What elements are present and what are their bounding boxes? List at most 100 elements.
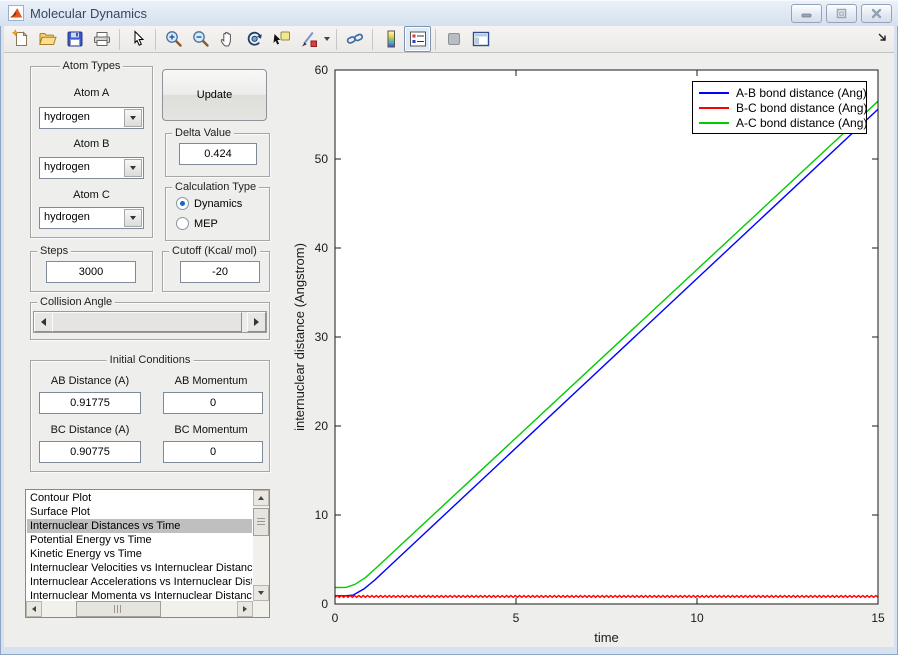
- atom-a-dropdown-arrow[interactable]: [124, 109, 142, 127]
- horizontal-scroll-thumb[interactable]: [76, 601, 161, 617]
- zoom-out-button[interactable]: [187, 26, 214, 52]
- atom-b-dropdown[interactable]: hydrogen: [39, 157, 144, 179]
- list-item[interactable]: Surface Plot: [27, 505, 252, 519]
- scroll-down-button[interactable]: [253, 585, 269, 601]
- list-item[interactable]: Kinetic Energy vs Time: [27, 547, 252, 561]
- slider-left-arrow[interactable]: [34, 312, 53, 332]
- edit-plot-button[interactable]: [124, 26, 151, 52]
- new-figure-button[interactable]: [7, 26, 34, 52]
- radio-mep-label: MEP: [194, 217, 218, 230]
- data-cursor-button[interactable]: [268, 26, 295, 52]
- delta-value-panel: Delta Value 0.424: [165, 127, 270, 177]
- bc-distance-field[interactable]: 0.90775: [39, 441, 141, 463]
- ab-distance-field[interactable]: 0.91775: [39, 392, 141, 414]
- legend-entry: A-C bond distance (Ang): [693, 115, 867, 130]
- ab-distance-label: AB Distance (A): [50, 375, 130, 387]
- svg-text:60: 60: [315, 63, 329, 77]
- open-file-button[interactable]: [34, 26, 61, 52]
- steps-title: Steps: [37, 245, 72, 257]
- atom-c-dropdown[interactable]: hydrogen: [39, 207, 144, 229]
- steps-field[interactable]: 3000: [46, 261, 136, 283]
- chain-link-icon: [346, 33, 363, 44]
- svg-text:10: 10: [315, 508, 329, 522]
- link-plot-button[interactable]: [341, 26, 368, 52]
- horizontal-scrollbar[interactable]: [26, 601, 253, 617]
- atom-b-dropdown-arrow[interactable]: [124, 159, 142, 177]
- new-figure-icon: [11, 29, 28, 46]
- insert-colorbar-button[interactable]: [377, 26, 404, 52]
- svg-text:30: 30: [315, 330, 329, 344]
- close-button[interactable]: [861, 3, 892, 23]
- cutoff-field[interactable]: -20: [180, 261, 260, 283]
- hide-plot-tools-button[interactable]: [440, 26, 467, 52]
- atom-b-value: hydrogen: [44, 161, 90, 173]
- app-window: Molecular Dynamics Atom Types Atom A hyd…: [0, 0, 898, 655]
- scrollbar-corner: [253, 601, 269, 617]
- plot-legend[interactable]: A-B bond distance (Ang) B-C bond distance…: [692, 81, 867, 134]
- print-figure-button[interactable]: [88, 26, 115, 52]
- toolbar-overflow-icon: [878, 33, 886, 41]
- slider-right-arrow[interactable]: [247, 312, 266, 332]
- list-item[interactable]: Potential Energy vs Time: [27, 533, 252, 547]
- colorbar-icon: [387, 30, 395, 48]
- delta-value-title: Delta Value: [172, 127, 235, 139]
- printer-icon: [93, 32, 110, 46]
- arrow-cursor-icon: [134, 30, 144, 46]
- brush-data-button[interactable]: [295, 26, 322, 52]
- svg-text:time: time: [594, 630, 619, 645]
- brush-dropdown-caret[interactable]: [322, 27, 332, 51]
- collision-angle-slider[interactable]: [33, 311, 267, 333]
- radio-mep-control[interactable]: [176, 217, 189, 230]
- minimize-button[interactable]: [791, 3, 822, 23]
- bc-momentum-field[interactable]: 0: [163, 441, 263, 463]
- figure-toolbar: [4, 26, 894, 53]
- zoom-out-icon: [192, 31, 209, 47]
- atom-a-dropdown[interactable]: hydrogen: [39, 107, 144, 129]
- arrow-up-icon: [258, 496, 264, 500]
- cutoff-panel: Cutoff (Kcal/ mol) -20: [162, 245, 270, 292]
- rotate-3d-button[interactable]: [241, 26, 268, 52]
- atom-c-label: Atom C: [73, 189, 110, 201]
- radio-dynamics-control[interactable]: [176, 197, 189, 210]
- vertical-scrollbar[interactable]: [253, 490, 269, 601]
- toolbar-separator: [336, 28, 337, 50]
- zoom-in-icon: [165, 31, 182, 47]
- list-item[interactable]: Internuclear Distances vs Time: [27, 519, 252, 533]
- show-plot-tools-button[interactable]: [467, 26, 494, 52]
- list-item[interactable]: Contour Plot: [27, 491, 252, 505]
- save-figure-button[interactable]: [61, 26, 88, 52]
- window-controls: [791, 3, 898, 23]
- ab-momentum-field[interactable]: 0: [163, 392, 263, 414]
- update-button[interactable]: Update: [162, 69, 267, 121]
- atom-c-dropdown-arrow[interactable]: [124, 209, 142, 227]
- caret-down-icon: [130, 216, 136, 220]
- scroll-left-button[interactable]: [26, 601, 42, 617]
- toolbar-overflow-button[interactable]: [877, 30, 888, 48]
- radio-mep[interactable]: MEP: [176, 217, 218, 230]
- radio-dynamics[interactable]: Dynamics: [176, 197, 242, 210]
- legend-entry: A-B bond distance (Ang): [693, 85, 867, 100]
- scroll-right-button[interactable]: [237, 601, 253, 617]
- cutoff-title: Cutoff (Kcal/ mol): [169, 245, 260, 257]
- list-item[interactable]: Internuclear Accelerations vs Internucle…: [27, 575, 252, 589]
- list-item[interactable]: Internuclear Velocities vs Internuclear …: [27, 561, 252, 575]
- svg-text:0: 0: [321, 597, 328, 611]
- svg-text:15: 15: [871, 611, 885, 625]
- vertical-scroll-thumb[interactable]: [253, 508, 269, 536]
- zoom-in-button[interactable]: [160, 26, 187, 52]
- insert-legend-button[interactable]: [404, 26, 431, 52]
- scroll-up-button[interactable]: [253, 490, 269, 506]
- maximize-button[interactable]: [826, 3, 857, 23]
- titlebar: Molecular Dynamics: [0, 0, 898, 26]
- ab-momentum-label: AB Momentum: [174, 375, 248, 387]
- arrow-down-icon: [258, 591, 264, 595]
- list-item[interactable]: Internuclear Momenta vs Internuclear Dis…: [27, 589, 252, 600]
- maximize-icon: [836, 8, 847, 18]
- legend-line-sample: [699, 121, 729, 124]
- radio-dynamics-label: Dynamics: [194, 197, 243, 210]
- delta-value-field[interactable]: 0.424: [179, 143, 257, 165]
- pan-button[interactable]: [214, 26, 241, 52]
- slider-thumb[interactable]: [52, 312, 242, 332]
- distance-vs-time-plot[interactable]: 0 5 10 15 0 10 20 30 40 50 60 time internuclear dist…: [288, 55, 894, 651]
- arrow-left-icon: [32, 606, 36, 612]
